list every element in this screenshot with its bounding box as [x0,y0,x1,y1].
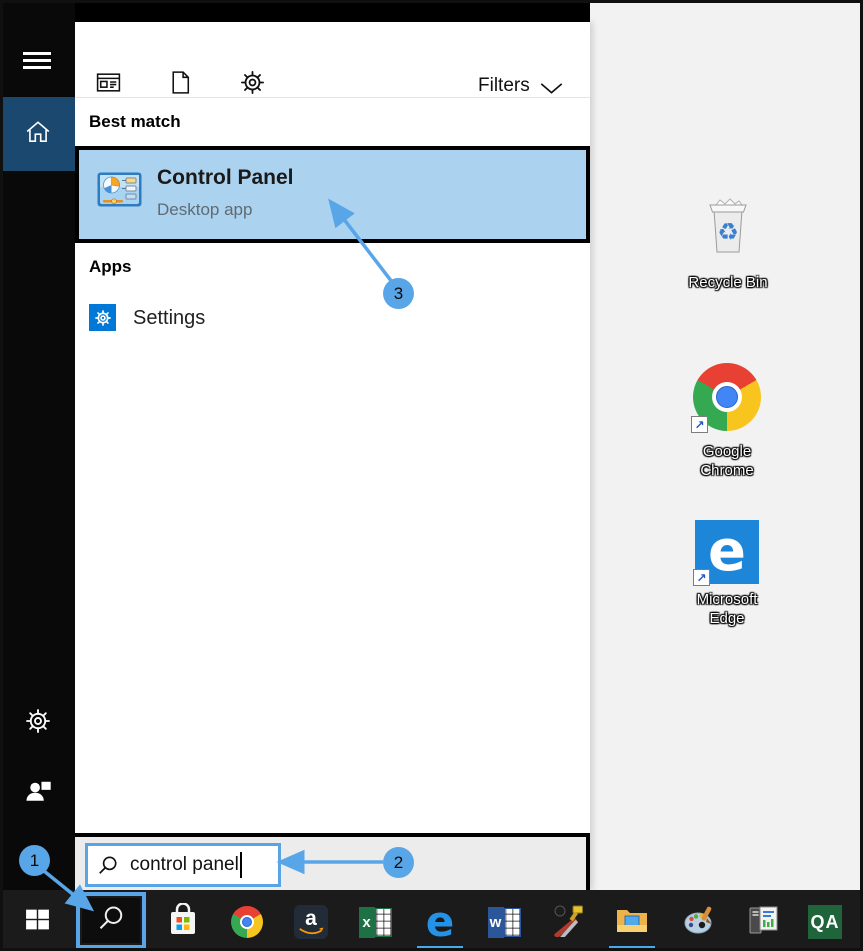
hamburger-menu-button[interactable] [23,52,51,70]
home-icon [24,118,52,151]
word-icon: w [487,906,521,938]
search-box-strip: control panel [75,833,590,890]
taskbar-system-monitor-button[interactable] [745,904,781,940]
taskbar-word-button[interactable]: w [486,904,522,940]
svg-text:♻: ♻ [717,219,739,246]
flyout-top-band [0,0,590,22]
search-query-text: control panel [130,854,239,875]
computer-chart-icon [746,903,780,942]
edge-icon: e ↗ [693,520,759,586]
sidebar-item-home[interactable] [0,97,75,171]
start-button[interactable] [19,904,55,940]
windows-desktop-screenshot: Filters Best match Control Panel Desktop… [0,0,863,951]
control-panel-icon [97,172,142,212]
apps-header: Apps [89,257,132,276]
taskbar-search-highlight-box [76,892,146,949]
explorer-running-indicator [609,946,655,949]
best-match-header: Best match [89,112,181,131]
qa-icon: QA [808,905,842,939]
taskbar-chrome-button[interactable] [229,904,265,940]
text-cursor [239,852,242,878]
chevron-down-icon [539,82,564,95]
result-subtitle: Desktop app [157,200,253,219]
edge-icon: e [425,897,455,946]
search-result-settings[interactable]: Settings [75,298,590,342]
settings-filter-icon[interactable] [239,69,266,96]
desktop-icon-label: Microsoft Edge [696,591,758,627]
result-title: Control Panel [157,166,294,189]
windows-logo-icon [24,906,51,938]
taskbar-excel-button[interactable]: x [357,904,393,940]
toolbar-divider [75,97,590,98]
desktop-icon-microsoft-edge[interactable]: e ↗ Microsoft Edge [661,520,793,628]
filters-label: Filters [478,75,530,96]
taskbar-paint-button[interactable] [682,904,718,940]
shortcut-arrow-icon: ↗ [691,416,708,433]
settings-result-label: Settings [133,307,206,329]
taskbar-file-explorer-button[interactable] [614,904,650,940]
taskbar-amazon-button[interactable]: a [293,904,329,940]
search-icon [96,903,126,938]
excel-icon: x [358,906,392,938]
hammer-wrench-icon [551,903,585,942]
desktop-icon-google-chrome[interactable]: ↗ Google Chrome [661,363,793,480]
taskbar-qa-button[interactable]: QA [807,904,843,940]
taskbar-repair-tool-button[interactable] [550,904,586,940]
search-input[interactable]: control panel [85,843,281,887]
documents-filter-icon[interactable] [167,69,194,96]
search-sidebar [0,0,75,890]
taskbar-edge-button[interactable]: e [422,897,458,946]
sidebar-item-settings[interactable] [0,700,75,746]
chrome-icon: ↗ [691,363,761,433]
search-flyout-panel: Filters Best match Control Panel Desktop… [75,22,590,890]
recycle-bin-icon: ♻ [696,196,760,267]
gear-icon [24,707,52,740]
microsoft-store-icon [167,901,199,942]
apps-filter-icon[interactable] [95,69,122,96]
user-feedback-icon [23,776,53,811]
chrome-icon [231,906,263,938]
taskbar-search-button[interactable] [82,898,140,943]
filters-dropdown[interactable]: Filters [478,75,564,97]
settings-app-icon [89,304,116,331]
sidebar-item-feedback[interactable] [0,770,75,816]
desktop-icon-recycle-bin[interactable]: ♻ Recycle Bin [662,196,794,292]
search-icon [97,854,119,876]
desktop-icon-label: Recycle Bin [688,274,768,291]
shortcut-arrow-icon: ↗ [693,569,710,586]
taskbar-microsoft-store-button[interactable] [165,901,201,942]
search-result-control-panel[interactable]: Control Panel Desktop app [75,146,590,243]
amazon-icon: a [294,905,328,939]
edge-running-indicator [417,946,463,949]
folder-icon [615,906,649,939]
desktop-icon-label: Google Chrome [700,443,754,479]
paint-palette-icon [683,905,717,940]
